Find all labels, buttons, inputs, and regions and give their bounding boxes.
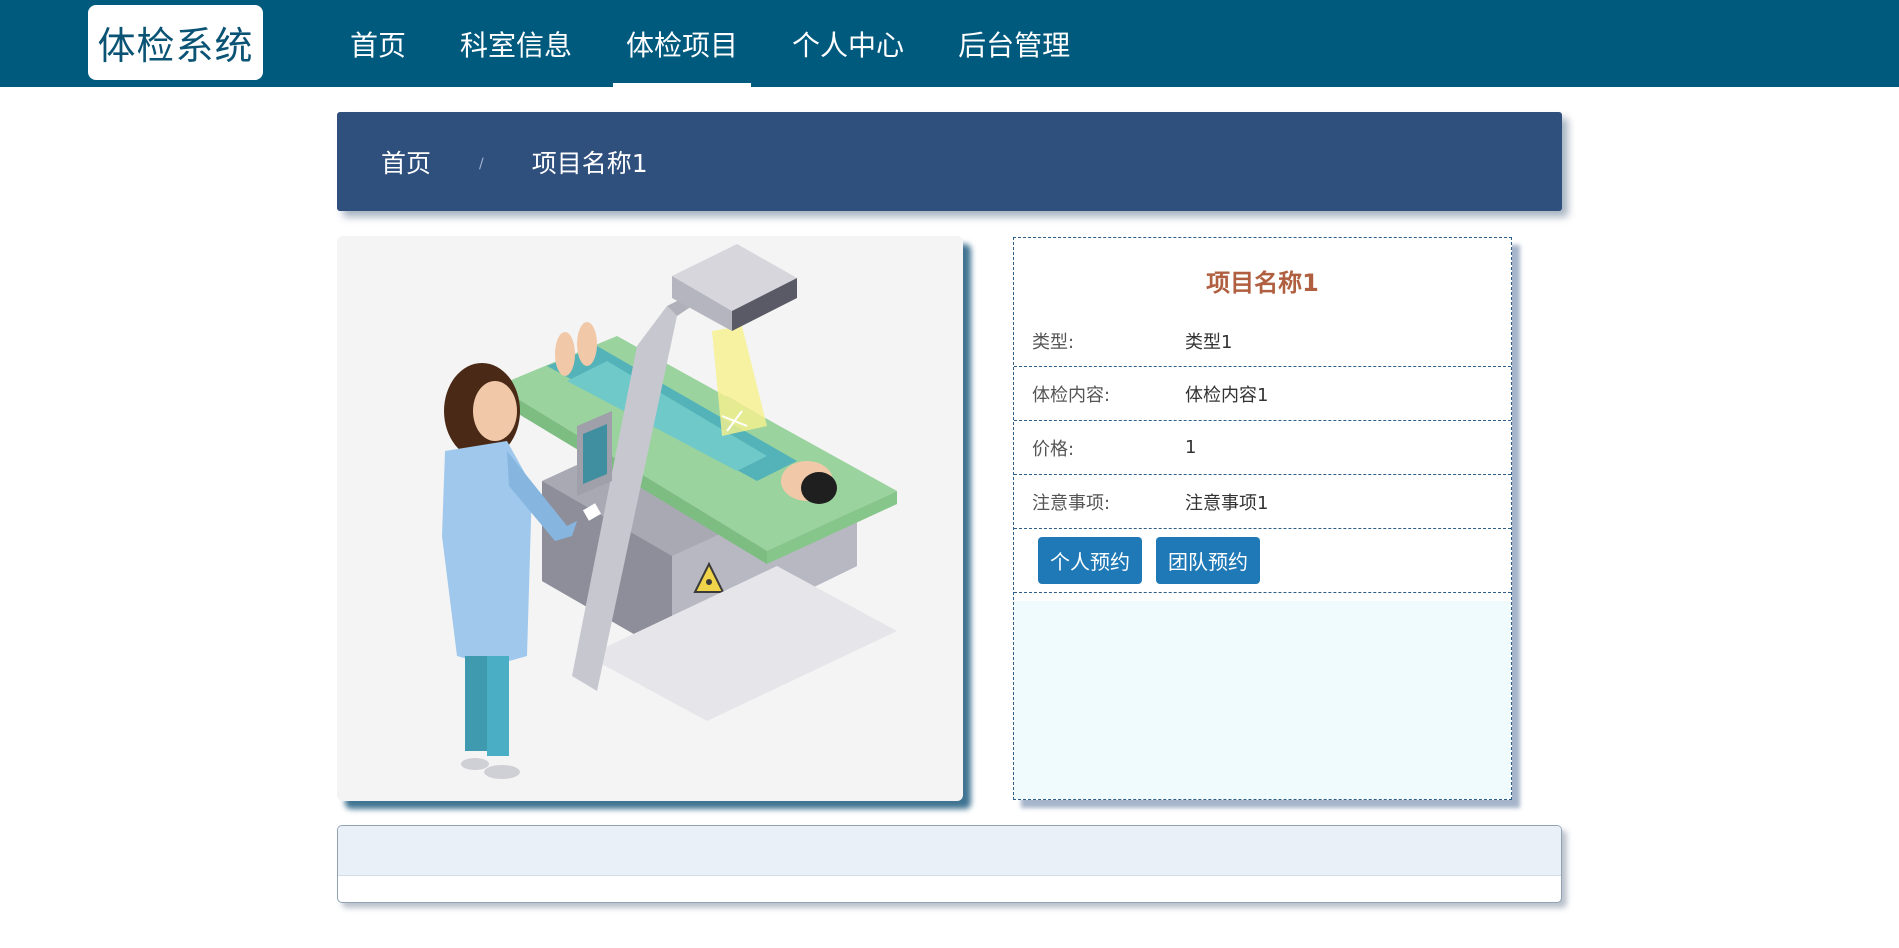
field-label: 类型:	[1032, 332, 1075, 353]
description-panel-header	[338, 826, 1561, 876]
nav-menu: 首页 科室信息 体检项目 个人中心 后台管理	[337, 0, 1111, 87]
field-value: 1	[1185, 437, 1197, 458]
item-image	[337, 236, 963, 801]
field-row-type: 类型: 类型1	[1014, 322, 1511, 367]
item-description-panel	[337, 825, 1562, 903]
field-label: 体检内容:	[1032, 384, 1111, 406]
nav-item-admin[interactable]: 后台管理	[945, 0, 1083, 87]
field-row-price: 价格: 1	[1014, 421, 1511, 475]
team-booking-button[interactable]: 团队预约	[1156, 537, 1260, 584]
item-detail-card: 项目名称1 类型: 类型1 体检内容: 体检内容1 价格: 1 注意事项: 注意…	[1013, 237, 1512, 800]
breadcrumb: 首页 / 项目名称1	[337, 112, 1562, 211]
breadcrumb-home-link[interactable]: 首页	[381, 144, 431, 180]
item-title: 项目名称1	[1206, 268, 1319, 297]
field-label: 注意事项:	[1032, 492, 1111, 514]
breadcrumb-current: 项目名称1	[531, 148, 648, 178]
field-value: 类型1	[1185, 332, 1233, 353]
action-buttons: 个人预约 团队预约	[1014, 529, 1511, 593]
field-label: 价格:	[1032, 438, 1075, 460]
field-value: 注意事项1	[1185, 492, 1269, 514]
nav-item-home[interactable]: 首页	[337, 0, 419, 87]
nav-item-personal-center[interactable]: 个人中心	[779, 0, 917, 87]
field-row-content: 体检内容: 体检内容1	[1014, 367, 1511, 421]
field-value: 体检内容1	[1185, 384, 1269, 406]
detail-empty-area	[1014, 601, 1511, 799]
top-navbar: 体检系统 首页 科室信息 体检项目 个人中心 后台管理	[0, 0, 1899, 87]
xray-exam-illustration	[442, 244, 897, 779]
breadcrumb-separator: /	[479, 155, 484, 172]
personal-booking-button[interactable]: 个人预约	[1038, 537, 1142, 584]
nav-item-exam-items[interactable]: 体检项目	[613, 0, 752, 87]
site-logo[interactable]: 体检系统	[88, 5, 263, 80]
field-row-notes: 注意事项: 注意事项1	[1014, 475, 1511, 529]
nav-item-departments[interactable]: 科室信息	[447, 0, 585, 87]
